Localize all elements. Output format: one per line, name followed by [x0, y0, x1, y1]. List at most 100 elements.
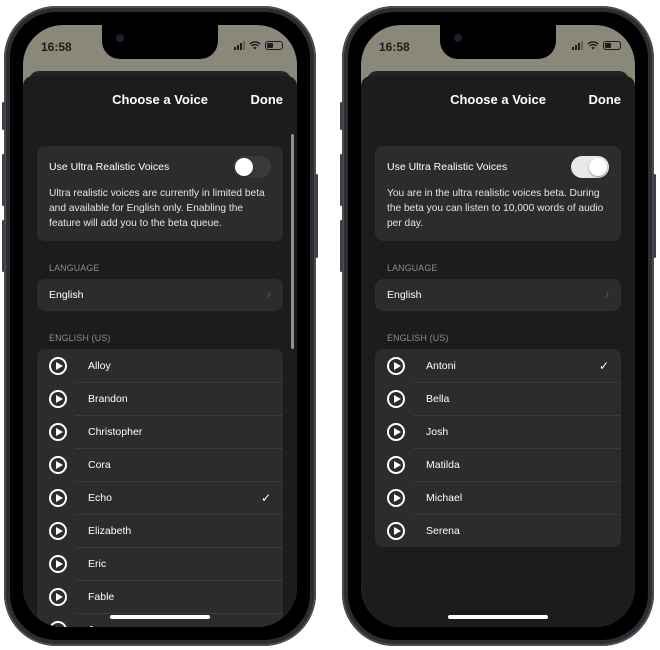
play-circle-icon[interactable]	[387, 389, 405, 408]
wifi-icon	[249, 41, 261, 50]
voice-name: Eric	[88, 557, 107, 570]
language-value: English	[49, 289, 84, 301]
voice-list: Antoni ✓ Bella Josh Matilda Michael Serena	[375, 349, 621, 547]
play-circle-icon[interactable]	[49, 587, 67, 606]
signal-icon	[572, 40, 583, 50]
language-row[interactable]: English ›	[375, 279, 621, 311]
play-circle-icon[interactable]	[49, 620, 67, 627]
notch	[102, 25, 218, 59]
voice-sheet: Choose a Voice Done Use Ultra Realistic …	[23, 76, 297, 627]
checkmark-icon: ✓	[260, 490, 271, 505]
battery-icon	[265, 40, 283, 50]
voice-row[interactable]: Elizabeth	[37, 514, 283, 547]
done-button[interactable]: Done	[589, 92, 622, 107]
status-icons	[234, 40, 283, 50]
status-time: 16:58	[41, 40, 72, 54]
phone-right: 16:58 Choose a Voice Done Use Ultra Real…	[340, 6, 656, 646]
voice-row[interactable]: Serena	[375, 514, 621, 547]
bezel: 16:58 Choose a Voice Done Use Ultra Real…	[348, 12, 648, 640]
done-button[interactable]: Done	[251, 92, 284, 107]
toggle-label: Use Ultra Realistic Voices	[49, 161, 170, 173]
chevron-right-icon: ›	[267, 289, 271, 301]
voice-name: Brandon	[88, 392, 128, 405]
play-circle-icon[interactable]	[49, 554, 67, 573]
play-circle-icon[interactable]	[387, 422, 405, 441]
play-circle-icon[interactable]	[49, 455, 67, 474]
voice-name: Michael	[426, 491, 463, 504]
voice-name: Alloy	[88, 359, 111, 372]
ultra-realistic-card: Use Ultra Realistic Voices Ultra realist…	[37, 146, 283, 241]
voices-header: ENGLISH (US)	[387, 333, 449, 343]
voice-row[interactable]: Bella	[375, 382, 621, 415]
play-circle-icon[interactable]	[387, 455, 405, 474]
ultra-realistic-toggle[interactable]	[571, 156, 609, 178]
voice-name: Jenny	[88, 624, 283, 628]
wifi-icon	[587, 41, 599, 50]
screen: 16:58 Choose a Voice Done Use Ultra Real…	[23, 25, 297, 627]
voice-row[interactable]: Alloy	[37, 349, 283, 382]
voice-row[interactable]: Echo ✓	[37, 481, 283, 514]
voice-row[interactable]: Brandon	[37, 382, 283, 415]
volume-up-button	[2, 154, 5, 206]
toggle-knob	[235, 158, 253, 176]
nav-bar: Choose a Voice Done	[23, 76, 297, 122]
toggle-description: You are in the ultra realistic voices be…	[387, 188, 604, 229]
battery-icon	[603, 40, 621, 50]
voice-name: Matilda	[426, 458, 460, 471]
voice-row[interactable]: Eric	[37, 547, 283, 580]
voice-name: Elizabeth	[88, 524, 132, 537]
power-button	[653, 174, 656, 258]
checkmark-icon: ✓	[598, 358, 609, 373]
play-circle-icon[interactable]	[387, 521, 405, 540]
voice-name: Echo	[88, 491, 112, 504]
voice-row[interactable]: Fable	[37, 580, 283, 613]
play-circle-icon[interactable]	[49, 521, 67, 540]
action-button	[2, 102, 5, 130]
toggle-knob	[589, 158, 607, 176]
bezel: 16:58 Choose a Voice Done Use Ultra Real…	[10, 12, 310, 640]
language-value: English	[387, 289, 422, 301]
voice-row[interactable]: Cora	[37, 448, 283, 481]
ultra-realistic-toggle[interactable]	[233, 156, 271, 178]
language-row[interactable]: English ›	[37, 279, 283, 311]
play-circle-icon[interactable]	[49, 488, 67, 507]
status-time: 16:58	[379, 40, 410, 54]
content: Use Ultra Realistic Voices You are in th…	[361, 122, 635, 627]
voice-row[interactable]: Christopher	[37, 415, 283, 448]
play-circle-icon[interactable]	[387, 356, 405, 375]
voice-row[interactable]: Michael	[375, 481, 621, 514]
voice-row[interactable]: Josh	[375, 415, 621, 448]
language-header: LANGUAGE	[49, 263, 100, 273]
front-camera	[454, 34, 462, 42]
voice-name: Bella	[426, 392, 450, 405]
voice-row[interactable]: Antoni ✓	[375, 349, 621, 382]
chevron-right-icon: ›	[605, 289, 609, 301]
toggle-row: Use Ultra Realistic Voices	[49, 156, 271, 178]
voice-name: Josh	[426, 425, 449, 438]
toggle-row: Use Ultra Realistic Voices	[387, 156, 609, 178]
toggle-label: Use Ultra Realistic Voices	[387, 161, 508, 173]
status-icons	[572, 40, 621, 50]
voice-name: Christopher	[88, 425, 143, 438]
screen: 16:58 Choose a Voice Done Use Ultra Real…	[361, 25, 635, 627]
voice-row[interactable]: Matilda	[375, 448, 621, 481]
voice-sheet: Choose a Voice Done Use Ultra Realistic …	[361, 76, 635, 627]
play-circle-icon[interactable]	[49, 389, 67, 408]
nav-bar: Choose a Voice Done	[361, 76, 635, 122]
voice-name: Cora	[88, 458, 111, 471]
power-button	[315, 174, 318, 258]
play-circle-icon[interactable]	[49, 356, 67, 375]
play-circle-icon[interactable]	[387, 488, 405, 507]
toggle-description: Ultra realistic voices are currently in …	[49, 188, 265, 229]
volume-down-button	[340, 220, 343, 272]
volume-down-button	[2, 220, 5, 272]
home-indicator[interactable]	[448, 615, 548, 619]
action-button	[340, 102, 343, 130]
language-header: LANGUAGE	[387, 263, 438, 273]
voice-name: Fable	[88, 590, 115, 603]
voice-list: Alloy Brandon Christopher Cora Echo ✓ Elizabet…	[37, 349, 283, 627]
home-indicator[interactable]	[110, 615, 210, 619]
play-circle-icon[interactable]	[49, 422, 67, 441]
ultra-realistic-card: Use Ultra Realistic Voices You are in th…	[375, 146, 621, 241]
voice-name: Antoni	[426, 359, 456, 372]
